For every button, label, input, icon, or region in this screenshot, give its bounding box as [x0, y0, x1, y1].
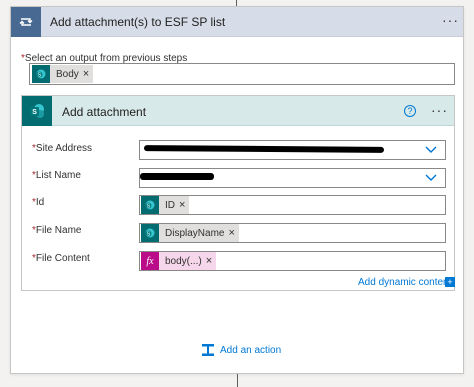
id-label: *Id — [32, 197, 45, 208]
list-name-label: *List Name — [32, 170, 81, 181]
body-token[interactable]: S Body × — [32, 65, 94, 83]
chevron-down-icon[interactable] — [425, 173, 437, 183]
more-options-button[interactable]: ··· — [442, 13, 459, 27]
action-header[interactable]: S Add attachment ? ··· — [22, 96, 454, 126]
file-name-field[interactable]: S DisplayName × — [139, 223, 446, 243]
action-title: Add attachment — [62, 105, 147, 119]
file-content-field[interactable]: fx body(...) × — [139, 251, 446, 271]
file-name-label: *File Name — [32, 225, 82, 236]
help-icon[interactable]: ? — [404, 105, 416, 117]
remove-token-icon[interactable]: × — [206, 255, 216, 267]
add-dynamic-content-link[interactable]: Add dynamic content — [358, 277, 451, 288]
token-label: body(...) — [165, 255, 202, 267]
sharepoint-icon: S — [32, 65, 50, 83]
select-output-field[interactable]: S Body × — [29, 63, 455, 85]
remove-token-icon[interactable]: × — [179, 199, 189, 211]
redacted-value — [140, 173, 214, 180]
svg-text:S: S — [32, 109, 37, 116]
card-header[interactable]: Add attachment(s) to ESF SP list ··· — [11, 7, 463, 37]
remove-token-icon[interactable]: × — [83, 68, 93, 80]
site-address-label: *Site Address — [32, 143, 93, 154]
add-attachment-action: S Add attachment ? ··· *Site Address *Li… — [21, 95, 455, 291]
token-label: ID — [165, 199, 175, 211]
sharepoint-icon: S — [141, 196, 159, 214]
id-token[interactable]: S ID × — [141, 196, 190, 214]
chevron-down-icon[interactable] — [425, 145, 437, 155]
token-label: Body — [56, 68, 79, 80]
list-name-dropdown[interactable] — [139, 168, 446, 188]
expression-token[interactable]: fx body(...) × — [141, 252, 217, 270]
apply-to-each-card: Add attachment(s) to ESF SP list ··· *Se… — [10, 6, 464, 374]
loop-icon — [11, 7, 41, 37]
card-title: Add attachment(s) to ESF SP list — [50, 15, 226, 29]
redacted-value — [143, 145, 385, 153]
site-address-dropdown[interactable] — [139, 140, 446, 160]
add-action-button[interactable]: Add an action — [201, 343, 281, 357]
sharepoint-icon: S — [22, 96, 52, 126]
flow-connector-bottom — [237, 374, 238, 387]
add-action-icon — [202, 344, 214, 356]
action-more-options-button[interactable]: ··· — [431, 103, 448, 117]
expression-icon: fx — [141, 252, 159, 270]
displayname-token[interactable]: S DisplayName × — [141, 224, 239, 242]
file-content-label: *File Content — [32, 253, 90, 264]
add-action-label: Add an action — [220, 344, 282, 356]
sharepoint-icon: S — [141, 224, 159, 242]
token-label: DisplayName — [165, 227, 225, 239]
add-dynamic-content-icon[interactable]: + — [445, 277, 455, 287]
id-field[interactable]: S ID × — [139, 195, 446, 215]
remove-token-icon[interactable]: × — [228, 227, 238, 239]
